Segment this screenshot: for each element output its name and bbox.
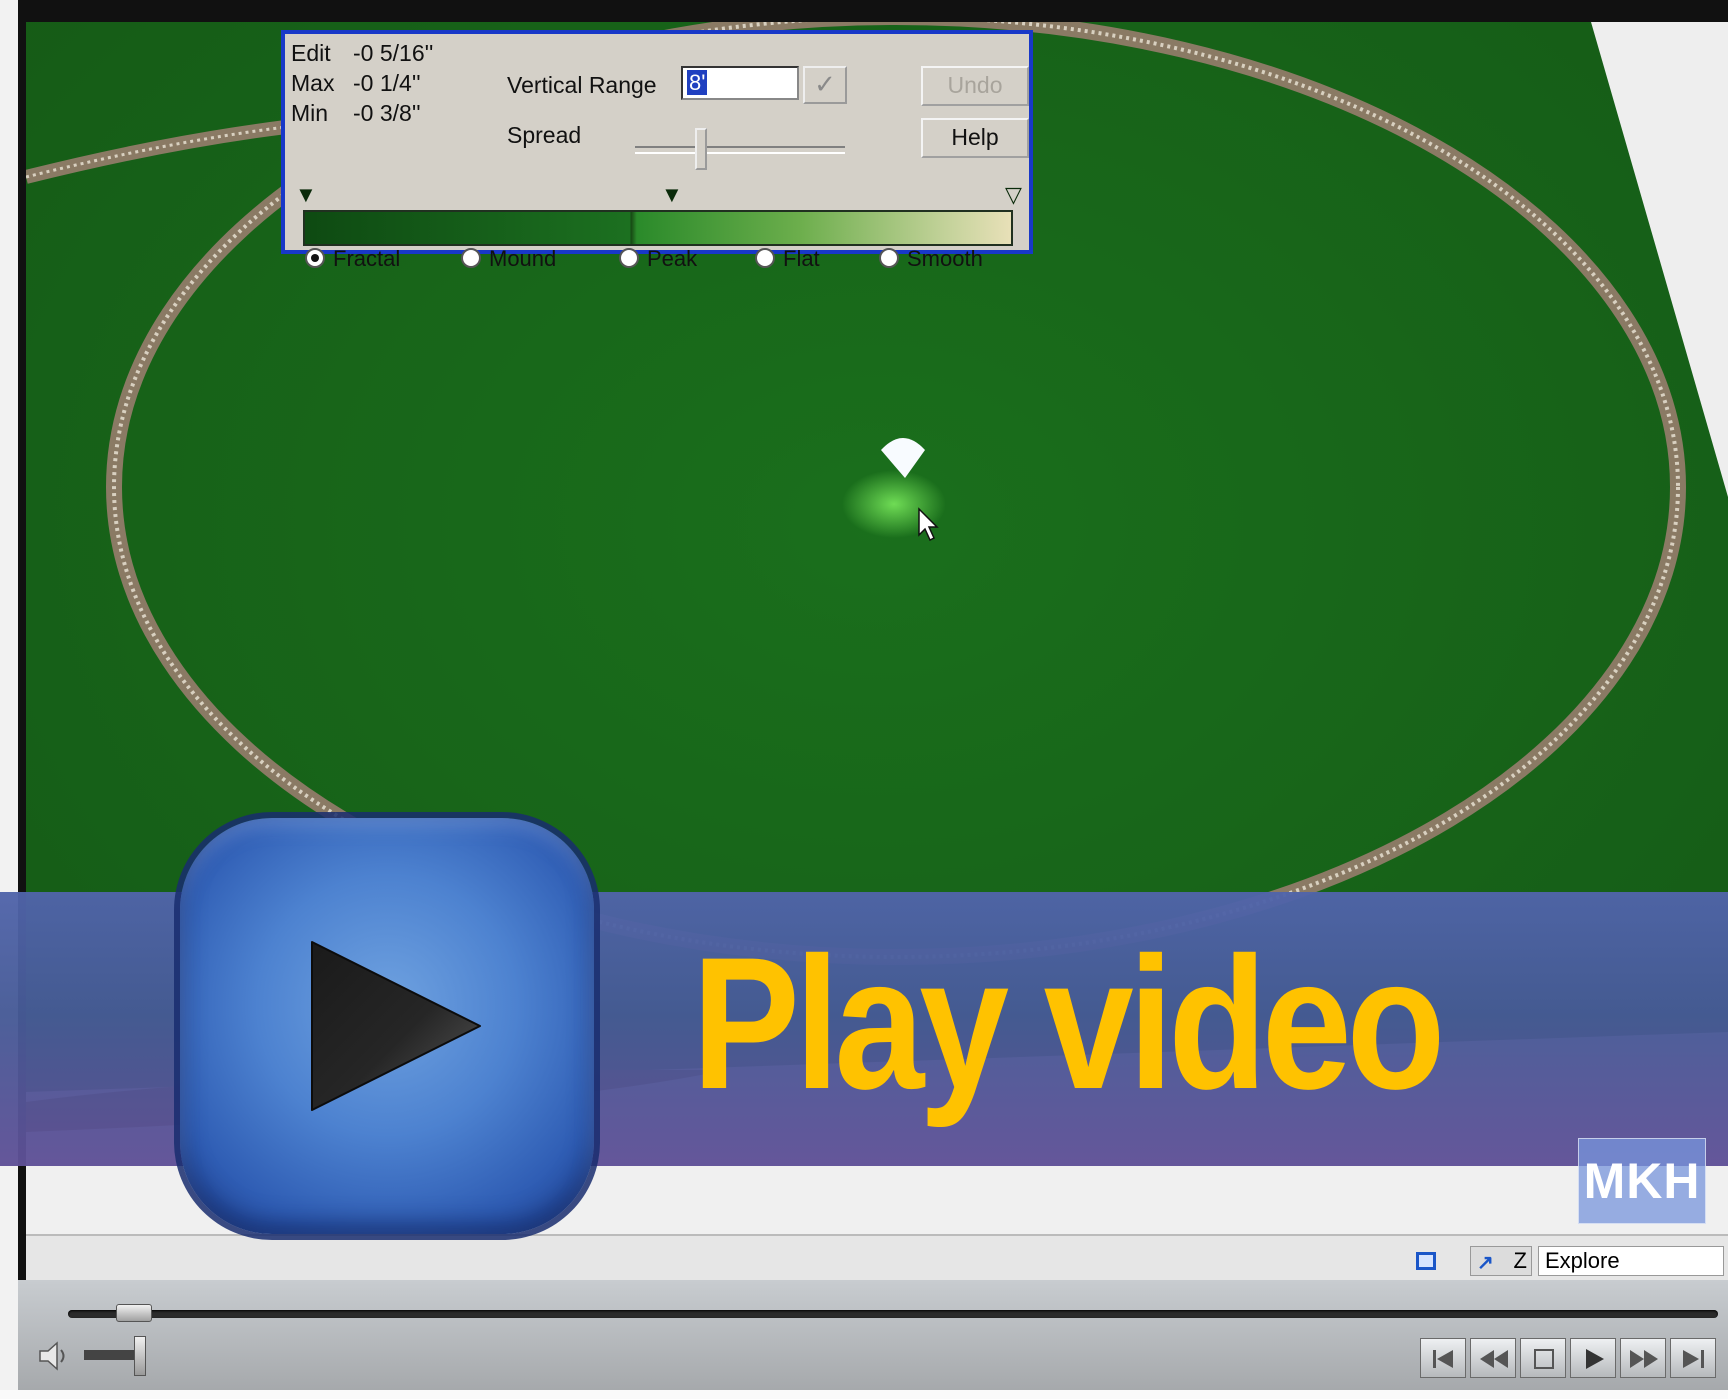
view-icon[interactable] [1416, 1252, 1436, 1270]
elevation-gradient-bar[interactable] [303, 210, 1013, 246]
page-bottom-edge [0, 1390, 1728, 1399]
play-small-button[interactable] [1570, 1338, 1616, 1378]
max-marker-icon[interactable]: ▽ [1005, 184, 1022, 206]
mode-label-peak: Peak [647, 246, 698, 271]
edit-readout: Edit -0 5/16'' [291, 40, 433, 67]
brush-glow [842, 470, 946, 538]
skip-back-button[interactable] [1420, 1338, 1466, 1378]
axis-toggle[interactable]: ↗ Z [1470, 1246, 1532, 1276]
check-icon: ✓ [814, 69, 836, 99]
min-readout: Min -0 3/8'' [291, 100, 421, 127]
mode-radio-flat[interactable]: Flat [755, 246, 820, 272]
play-icon [311, 941, 481, 1111]
radio-icon [755, 248, 775, 268]
radio-icon [461, 248, 481, 268]
edit-marker-icon[interactable]: ▼ [661, 184, 683, 206]
min-label: Min [291, 100, 329, 126]
mode-label-mound: Mound [489, 246, 557, 271]
stop-icon [1534, 1349, 1554, 1369]
vertical-range-input[interactable]: 8' [681, 66, 799, 100]
vertical-range-value: 8' [687, 70, 708, 95]
rewind-icon [1480, 1350, 1508, 1368]
fast-forward-icon [1630, 1350, 1658, 1368]
spread-label: Spread [507, 122, 582, 148]
max-label: Max [291, 70, 335, 96]
skip-back-icon [1433, 1350, 1453, 1368]
stop-button[interactable] [1520, 1338, 1566, 1378]
seek-thumb[interactable] [116, 1304, 152, 1322]
mode-label-flat: Flat [783, 246, 820, 271]
mode-label-fractal: Fractal [333, 246, 401, 271]
mode-radio-smooth[interactable]: Smooth [879, 246, 983, 272]
undo-button[interactable]: Undo [921, 66, 1029, 106]
help-button[interactable]: Help [921, 118, 1029, 158]
spread-slider[interactable] [635, 146, 845, 154]
play-button[interactable] [180, 818, 594, 1234]
fast-forward-button[interactable] [1620, 1338, 1666, 1378]
max-value: -0 1/4'' [353, 70, 421, 96]
mode-radio-mound[interactable]: Mound [461, 246, 556, 272]
play-small-icon [1586, 1349, 1604, 1369]
apply-check-button[interactable]: ✓ [803, 66, 847, 104]
radio-icon [879, 248, 899, 268]
radio-selected-icon [305, 248, 325, 268]
rewind-button[interactable] [1470, 1338, 1516, 1378]
min-marker-icon[interactable]: ▼ [295, 184, 317, 206]
player-controls [18, 1280, 1728, 1390]
terrain-tool-panel: Edit -0 5/16'' Max -0 1/4'' Min -0 3/8'' Ve… [281, 30, 1033, 271]
mode-field[interactable]: Explore [1538, 1246, 1724, 1276]
play-video-text[interactable]: Play video [692, 918, 1445, 1128]
mode-label-smooth: Smooth [907, 246, 983, 271]
edit-value: -0 5/16'' [353, 40, 434, 66]
volume-slider[interactable] [84, 1350, 134, 1360]
app-status-strip: ↗ Z Explore [26, 1234, 1728, 1280]
axis-label: Z [1513, 1248, 1527, 1273]
skip-forward-button[interactable] [1670, 1338, 1716, 1378]
volume-thumb[interactable] [134, 1336, 146, 1376]
mkh-watermark: MKH [1578, 1138, 1706, 1224]
edit-label: Edit [291, 40, 331, 66]
mode-radio-peak[interactable]: Peak [619, 246, 697, 272]
max-readout: Max -0 1/4'' [291, 70, 421, 97]
mode-radio-fractal[interactable]: Fractal [305, 246, 400, 272]
spread-slider-thumb[interactable] [695, 128, 707, 170]
seek-bar[interactable] [68, 1310, 1718, 1318]
vertical-range-label: Vertical Range [507, 72, 657, 98]
volume-icon[interactable] [36, 1338, 72, 1374]
axis-icon: ↗ [1477, 1252, 1494, 1274]
radio-icon [619, 248, 639, 268]
min-value: -0 3/8'' [353, 100, 421, 126]
skip-forward-icon [1683, 1350, 1704, 1368]
